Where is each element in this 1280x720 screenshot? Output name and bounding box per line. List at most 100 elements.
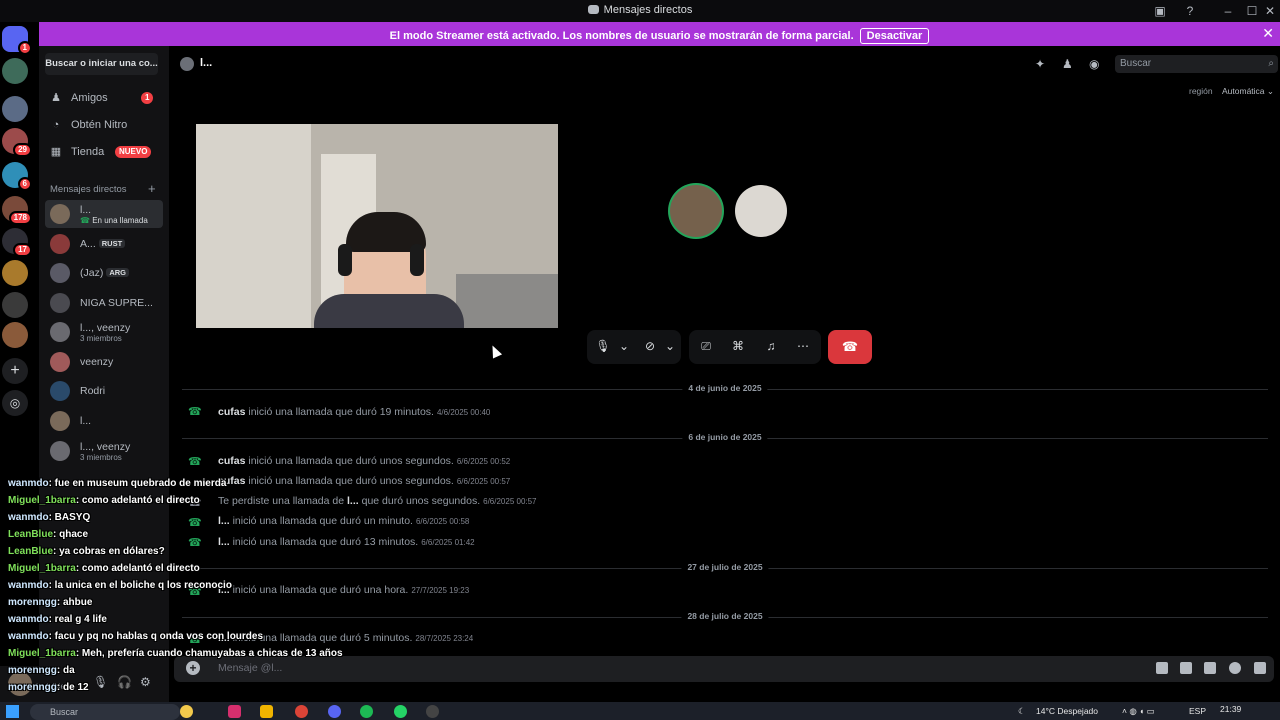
region-select[interactable]: Automática ⌄ <box>1222 86 1274 97</box>
sticker-icon[interactable] <box>1204 662 1216 674</box>
search-input[interactable]: Buscar ⌕ <box>1115 55 1278 73</box>
server-icon[interactable]: 178 <box>2 196 32 225</box>
dm-item[interactable]: A... RUST <box>45 230 163 258</box>
participant-avatar[interactable] <box>670 185 722 237</box>
camera-off-icon[interactable]: ⊘ <box>641 339 659 353</box>
gift-icon[interactable] <box>1156 662 1168 674</box>
emoji-icon[interactable] <box>1229 662 1241 674</box>
server-icon[interactable] <box>2 96 28 122</box>
call-message: cufas inició una llamada que duró unos s… <box>218 475 511 487</box>
banner-text: El modo Streamer está activado. Los nomb… <box>389 30 854 42</box>
chevron-down-icon[interactable]: ⌄ <box>615 339 633 353</box>
message-input[interactable]: Mensaje @l... <box>218 662 282 674</box>
screen-share-icon[interactable]: ⎚ <box>697 339 715 354</box>
start-icon[interactable] <box>6 705 19 718</box>
dm-item[interactable]: (Jaz) ARG <box>45 259 163 287</box>
add-friend-icon[interactable]: ♟ <box>1062 57 1073 71</box>
video-tile[interactable] <box>196 124 558 328</box>
disable-streamer-button[interactable]: Desactivar <box>859 28 930 44</box>
add-server-icon[interactable]: + <box>2 358 28 384</box>
disconnect-button[interactable]: ☎ <box>828 330 872 364</box>
maximize-button[interactable]: ☐ <box>1244 3 1260 19</box>
microphone-icon[interactable]: 🎙 <box>93 675 108 689</box>
create-dm-icon[interactable]: + <box>148 181 156 196</box>
headphones-icon[interactable]: 🎧 <box>117 675 132 689</box>
discord-app-icon[interactable] <box>328 705 341 718</box>
server-icon[interactable] <box>2 322 28 348</box>
nav-shop[interactable]: ▦ Tienda NUEVO <box>49 141 161 163</box>
streamer-mode-banner: El modo Streamer está activado. Los nomb… <box>39 22 1280 46</box>
date-divider: 4 de junio de 2025 <box>182 383 1268 393</box>
date-divider: 27 de julio de 2025 <box>182 562 1268 572</box>
dm-item[interactable]: l... <box>45 407 163 435</box>
dm-item[interactable]: Rodri <box>45 377 163 405</box>
headset <box>410 244 424 276</box>
server-icon[interactable]: 29 <box>2 128 32 157</box>
dm-item[interactable]: l..., veenzy 3 miembros <box>45 318 163 346</box>
dm-item[interactable]: l..., veenzy 3 miembros <box>45 437 163 465</box>
hangup-icon: ☎ <box>841 339 859 354</box>
weather-text[interactable]: 14°C Despejado <box>1036 706 1098 716</box>
message-composer[interactable]: + Mensaje @l... <box>174 656 1274 682</box>
call-message: l... inició una llamada que duró 13 minu… <box>218 536 475 548</box>
gif-icon[interactable] <box>1180 662 1192 674</box>
dm-item[interactable]: veenzy <box>45 348 163 376</box>
activities-icon[interactable]: ⌘ <box>729 339 747 353</box>
region-label: región <box>1189 86 1213 96</box>
call-icon: ☎ <box>188 517 202 529</box>
close-window-button[interactable]: ✕ <box>1262 3 1278 19</box>
clan-tag: RUST <box>98 239 126 248</box>
title-bar: Mensajes directos ▣ ? – ☐ ✕ <box>0 0 1280 22</box>
dm-item[interactable]: NIGA SUPRE... <box>45 289 163 317</box>
language-indicator[interactable]: ESP <box>1189 706 1206 716</box>
microphone-icon[interactable]: 🎙 <box>594 339 612 353</box>
avatar <box>50 204 70 224</box>
call-status: ☎ En una llamada <box>80 216 148 225</box>
explore-icon[interactable]: ◎ <box>2 390 28 416</box>
spotify-icon[interactable] <box>360 705 373 718</box>
upload-icon[interactable]: + <box>186 661 200 675</box>
dm-item[interactable]: l... ☎ En una llamada <box>45 200 163 228</box>
clock[interactable]: 21:39 <box>1220 704 1241 714</box>
tiktok-icon[interactable] <box>228 705 241 718</box>
server-icon[interactable]: 6 <box>2 162 32 191</box>
more-icon[interactable]: ⋯ <box>794 339 812 353</box>
date-divider: 6 de junio de 2025 <box>182 432 1268 442</box>
pin-icon[interactable]: ✦ <box>1035 57 1045 71</box>
server-icon[interactable] <box>2 260 28 286</box>
soundboard-icon[interactable]: ♫ <box>762 339 780 353</box>
server-icon[interactable]: 17 <box>2 228 32 257</box>
chrome-icon[interactable] <box>295 705 308 718</box>
folder-icon[interactable] <box>260 705 273 718</box>
channel-name: l... <box>200 57 213 69</box>
chevron-down-icon[interactable]: ⌄ <box>661 339 679 353</box>
widgets-icon[interactable] <box>180 705 193 718</box>
help-icon[interactable]: ? <box>1182 3 1198 19</box>
overlay-chat-line: morenngg: ahbue <box>8 597 93 608</box>
server-icon[interactable] <box>2 58 28 84</box>
group-avatar <box>50 322 70 342</box>
nav-friends[interactable]: ♟ Amigos 1 <box>49 87 161 109</box>
settings-icon[interactable]: ⚙ <box>140 675 151 689</box>
server-icon[interactable] <box>2 292 28 318</box>
minimize-button[interactable]: – <box>1220 3 1236 19</box>
inbox-icon[interactable]: ▣ <box>1152 3 1168 19</box>
close-banner-icon[interactable]: ✕ <box>1262 25 1274 42</box>
avatar <box>180 57 194 71</box>
find-conversation-button[interactable]: Buscar o iniciar una co... <box>45 53 158 75</box>
participant-avatar[interactable] <box>735 185 787 237</box>
avatar <box>50 263 70 283</box>
call-icon: ☎ <box>188 406 202 418</box>
couch <box>456 274 558 328</box>
profile-icon[interactable]: ◉ <box>1089 57 1099 71</box>
weather-icon[interactable]: ☾ <box>1018 706 1026 717</box>
home-button[interactable]: 1 <box>2 26 32 55</box>
whatsapp-icon[interactable] <box>394 705 407 718</box>
taskbar-search[interactable]: Buscar <box>30 704 180 720</box>
obs-icon[interactable] <box>426 705 439 718</box>
call-message: l... inició una llamada que duró un minu… <box>218 515 470 527</box>
apps-icon[interactable] <box>1254 662 1266 674</box>
overlay-chat-line: LeanBlue: qhace <box>8 529 89 540</box>
nav-nitro[interactable]: ◔ Obtén Nitro <box>49 114 161 136</box>
tray-icons[interactable]: ˄ ◍ ◖ ▭ <box>1122 706 1155 717</box>
